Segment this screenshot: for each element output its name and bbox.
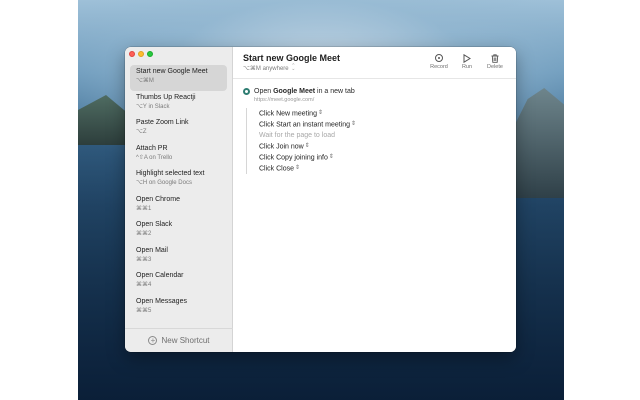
click-step[interactable]: Click Copy joining info ⇕ <box>259 152 508 163</box>
shortcut-list: Start new Google Meet ⌥⌘M Thumbs Up Reactj… <box>130 65 227 320</box>
delete-label: Delete <box>487 64 503 70</box>
shortcut-keys: ⌘⌘5 <box>136 307 152 314</box>
chevron-updown-icon[interactable]: ⇕ <box>329 152 334 163</box>
shortcut-keys: ⌘⌘2 <box>136 231 152 237</box>
sidebar-shortcut-item[interactable]: Thumbs Up Reactji ⌥Y in Slack <box>130 91 227 117</box>
detail-header: Start new Google Meet ⌥⌘M anywhere ⌃ ⌄ Re… <box>233 47 516 79</box>
shortcut-name: Open Mail <box>136 246 168 254</box>
step-text: Click Close <box>259 165 295 173</box>
shortcut-name: Paste Zoom Link <box>136 119 189 126</box>
shortcut-name: Open Chrome <box>136 195 180 203</box>
open-target: Google Meet <box>273 88 316 95</box>
new-shortcut-button[interactable]: + New Shortcut <box>125 328 233 352</box>
sidebar-shortcut-item[interactable]: Open Chrome ⌘⌘1 <box>130 193 227 219</box>
shortcut-keys: ⌥Y in Slack <box>136 103 170 110</box>
plus-circle-icon: + <box>148 336 158 345</box>
zoom-window-button[interactable] <box>147 51 153 57</box>
app-window: Start new Google Meet ⌥⌘M Thumbs Up Reactj… <box>125 47 516 352</box>
sidebar-shortcut-item[interactable]: Highlight selected text ⌥H on Google Docs <box>130 167 227 193</box>
click-step[interactable]: Click Join now ⇕ <box>259 141 508 152</box>
step-text: Click New meeting <box>259 110 317 118</box>
open-url-action[interactable]: Open Google Meet in a new tab https://me… <box>243 87 508 104</box>
new-shortcut-label: New Shortcut <box>161 336 210 345</box>
shortcut-name: Thumbs Up Reactji <box>136 93 196 101</box>
open-prefix: Open <box>254 88 274 95</box>
shortcut-subtitle[interactable]: ⌥⌘M anywhere ⌃ ⌄ <box>243 63 296 73</box>
sidebar-shortcut-item[interactable]: Open Slack ⌘⌘2 <box>130 218 227 244</box>
shortcut-title: Start new Google Meet <box>243 53 341 63</box>
chevron-updown-icon[interactable]: ⇕ <box>318 108 323 119</box>
delete-button[interactable]: Delete <box>484 53 506 70</box>
play-icon <box>463 53 471 63</box>
wait-step[interactable]: Wait for the page to load <box>259 130 508 141</box>
step-text: Click Start an instant meeting <box>259 121 351 129</box>
run-button[interactable]: Run <box>456 53 478 70</box>
action-list: Open Google Meet in a new tab https://me… <box>243 87 508 174</box>
sidebar-shortcut-item[interactable]: Open Calendar ⌘⌘4 <box>130 269 227 295</box>
chrome-icon <box>243 88 250 95</box>
shortcut-name: Attach PR <box>136 144 168 152</box>
shortcut-keys: ⌥⌘M <box>243 66 261 72</box>
shortcut-keys: ⌥H on Google Docs <box>136 180 192 186</box>
sidebar: Start new Google Meet ⌥⌘M Thumbs Up Reactj… <box>125 47 233 352</box>
chevron-updown-icon[interactable]: ⇕ <box>295 163 300 174</box>
record-button[interactable]: Record <box>428 53 450 70</box>
sidebar-shortcut-item[interactable]: Attach PR ^⇧A on Trello <box>130 142 227 168</box>
screenshot-canvas: Start new Google Meet ⌥⌘M Thumbs Up Reactj… <box>0 0 640 400</box>
trash-icon <box>491 53 499 63</box>
record-icon <box>435 54 443 62</box>
chevron-updown-icon[interactable]: ⇕ <box>305 141 310 152</box>
step-text: Click Copy joining info <box>259 154 328 162</box>
open-action-text: Open Google Meet in a new tab <box>254 87 355 96</box>
open-suffix: in a new tab <box>315 88 355 95</box>
toolbar: Record Run Delete <box>428 53 506 70</box>
sidebar-shortcut-item[interactable]: Start new Google Meet ⌥⌘M <box>130 65 227 91</box>
shortcut-name: Open Slack <box>136 221 173 228</box>
shortcut-keys: ⌥Z <box>136 129 147 135</box>
shortcut-detail: Start new Google Meet ⌥⌘M anywhere ⌃ ⌄ Re… <box>233 47 516 352</box>
step-list: Click New meeting ⇕ Click Start an instan… <box>246 108 508 174</box>
shortcut-name: Highlight selected text <box>136 170 205 177</box>
shortcut-keys: ⌘⌘3 <box>136 256 152 263</box>
record-label: Record <box>430 64 448 70</box>
sidebar-shortcut-item[interactable]: Open Messages ⌘⌘5 <box>130 295 227 321</box>
click-step[interactable]: Click Close ⇕ <box>259 163 508 174</box>
shortcut-name: Open Calendar <box>136 272 184 279</box>
minimize-window-button[interactable] <box>138 51 144 57</box>
click-step[interactable]: Click New meeting ⇕ <box>259 108 508 119</box>
shortcut-name: Start new Google Meet <box>136 68 208 75</box>
step-text: Click Join now <box>259 143 304 151</box>
shortcut-keys: ⌘⌘4 <box>136 282 152 288</box>
shortcut-name: Open Messages <box>136 297 187 305</box>
click-step[interactable]: Click Start an instant meeting ⇕ <box>259 119 508 130</box>
sidebar-shortcut-item[interactable]: Paste Zoom Link ⌥Z <box>130 116 227 142</box>
chevron-updown-icon[interactable]: ⇕ <box>351 119 356 130</box>
close-window-button[interactable] <box>129 51 135 57</box>
run-label: Run <box>461 64 473 70</box>
shortcut-keys: ^⇧A on Trello <box>136 154 173 161</box>
open-url: https://meet.google.com/ <box>254 97 315 103</box>
window-controls <box>129 51 153 57</box>
shortcut-keys: ⌘⌘1 <box>136 205 152 212</box>
shortcut-scope: anywhere <box>262 66 289 72</box>
step-text: Wait for the page to load <box>259 132 336 139</box>
chevron-updown-icon: ⌃ ⌄ <box>291 63 296 73</box>
sidebar-shortcut-item[interactable]: Open Mail ⌘⌘3 <box>130 244 227 270</box>
shortcut-keys: ⌥⌘M <box>136 78 154 84</box>
